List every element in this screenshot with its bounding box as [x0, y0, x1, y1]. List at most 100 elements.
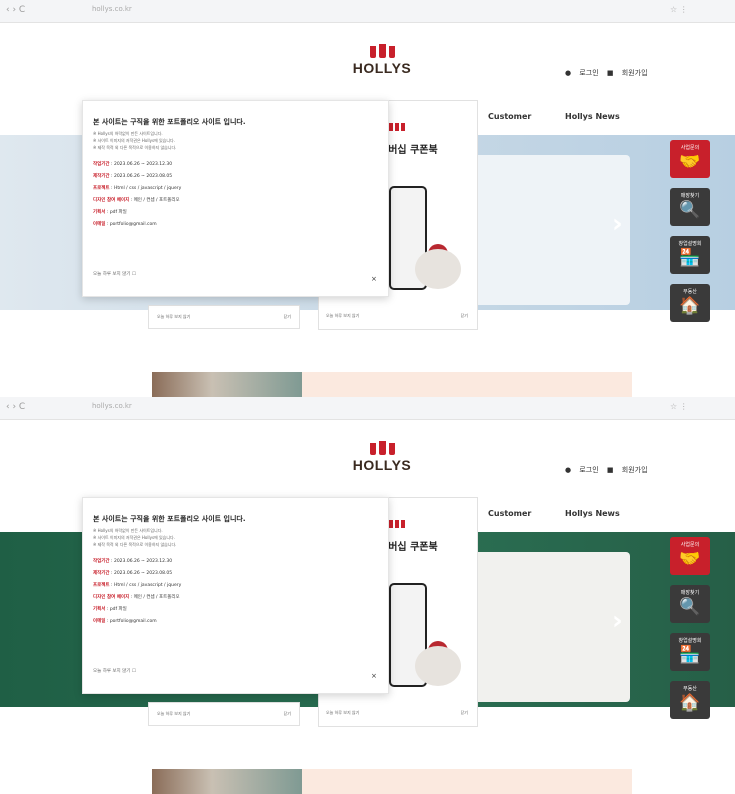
popup-line: ※ 제작 목적 외 다른 목적으로 이용하지 않습니다. — [93, 542, 177, 547]
quick-label: 매장찾기 — [680, 590, 700, 596]
search-icon: 🔍 — [679, 200, 701, 220]
notice-popup: 본 사이트는 구직을 위한 포트폴리오 사이트 입니다. ※ Hollys의 허… — [82, 100, 389, 297]
browser-actions[interactable]: ☆ ⋮ — [670, 402, 688, 411]
close-button[interactable]: 닫기 — [461, 710, 468, 716]
logo-text: HOLLYS — [352, 457, 412, 473]
popup-line: ※ Hollys의 허락없이 만든 사이트입니다. — [93, 528, 163, 533]
popup-row: 기획서 : pdf 파일 — [93, 607, 127, 612]
quick-button-startup[interactable]: 창업설명회 🏪 — [670, 236, 710, 274]
dont-show-checkbox[interactable]: 오늘 하루 보지 않기 ☐ — [93, 668, 136, 674]
close-button[interactable]: 닫기 — [461, 313, 468, 319]
popup-row: 이메일 : portfolio@gmail.com — [93, 619, 157, 624]
popup-title: 본 사이트는 구직을 위한 포트폴리오 사이트 입니다. — [93, 118, 246, 126]
user-icon: ● — [565, 466, 572, 474]
building-icon: 🏠 — [679, 296, 701, 316]
quick-label: 창업설명회 — [678, 638, 702, 644]
store-icon: 🏪 — [679, 645, 701, 665]
quick-button-realestate[interactable]: 부동산 🏠 — [670, 681, 710, 719]
popup-title: 본 사이트는 구직을 위한 포트폴리오 사이트 입니다. — [93, 515, 246, 523]
dont-show-today[interactable]: 오늘 하루 보지 않기 — [326, 313, 359, 319]
popup-row: 작업기간 : 2023.06.26 ~ 2023.12.30 — [93, 559, 173, 564]
gnb-news[interactable]: Hollys News — [565, 112, 620, 121]
handshake-icon: 🤝 — [679, 549, 701, 569]
bell-image — [415, 646, 461, 686]
store-icon: 🏪 — [679, 248, 701, 268]
popup-row: 프로젝트 : Html / css / javascript / jquery — [93, 583, 182, 588]
building-icon: 🏠 — [679, 693, 701, 713]
popup-row: 디자인 참여 페이지 : 메인 / 컨셉 / 포트폴리오 — [93, 595, 180, 600]
browser-bar: ‹ › C hollys.co.kr ☆ ⋮ — [0, 0, 735, 23]
popup-row: 제작기간 : 2023.06.26 ~ 2023.08.05 — [93, 174, 173, 179]
hollys-logo[interactable]: HOLLYS — [352, 441, 412, 473]
close-icon[interactable]: × — [371, 672, 377, 680]
gnb-customer[interactable]: Customer — [488, 509, 531, 518]
login-link[interactable]: 로그인 — [579, 69, 598, 77]
quick-label: 매장찾기 — [680, 193, 700, 199]
quick-label: 사업문의 — [680, 542, 700, 548]
banner-image — [152, 372, 302, 397]
popup-footer-left: 오늘 하루 보지 않기 닫기 — [148, 305, 300, 329]
popup-row: 이메일 : portfolio@gmail.com — [93, 222, 157, 227]
chevron-right-icon[interactable]: › — [612, 606, 623, 636]
close-icon[interactable]: × — [371, 275, 377, 283]
quick-label: 창업설명회 — [678, 241, 702, 247]
quick-button-startup[interactable]: 창업설명회 🏪 — [670, 633, 710, 671]
lock-icon: ■ — [606, 466, 614, 474]
dont-show-today[interactable]: 오늘 하루 보지 않기 — [157, 314, 190, 320]
address-bar[interactable]: hollys.co.kr — [92, 5, 262, 15]
quick-label: 사업문의 — [680, 145, 700, 151]
bell-image — [415, 249, 461, 289]
logo-text: HOLLYS — [352, 60, 412, 76]
gnb-news[interactable]: Hollys News — [565, 509, 620, 518]
util-menu: ● 로그인 ■ 회원가입 — [565, 465, 654, 475]
dont-show-checkbox[interactable]: 오늘 하루 보지 않기 ☐ — [93, 271, 136, 277]
popup-line: ※ 제작 목적 외 다른 목적으로 이용하지 않습니다. — [93, 145, 177, 150]
browser-nav[interactable]: ‹ › C — [6, 5, 25, 15]
quick-label: 부동산 — [683, 686, 697, 692]
popup-row: 제작기간 : 2023.06.26 ~ 2023.08.05 — [93, 571, 173, 576]
join-link[interactable]: 회원가입 — [622, 466, 648, 474]
popup-row: 프로젝트 : Html / css / javascript / jquery — [93, 186, 182, 191]
popup-line: ※ 사이트 이미지의 저작권은 Hollys에 있습니다. — [93, 535, 175, 540]
popup-line: ※ 사이트 이미지의 저작권은 Hollys에 있습니다. — [93, 138, 175, 143]
login-link[interactable]: 로그인 — [579, 466, 598, 474]
user-icon: ● — [565, 69, 572, 77]
quick-button-realestate[interactable]: 부동산 🏠 — [670, 284, 710, 322]
quick-button-business[interactable]: 사업문의 🤝 — [670, 537, 710, 575]
search-icon: 🔍 — [679, 597, 701, 617]
util-menu: ● 로그인 ■ 회원가입 — [565, 68, 654, 78]
browser-actions[interactable]: ☆ ⋮ — [670, 5, 688, 14]
close-button[interactable]: 닫기 — [284, 711, 291, 717]
lock-icon: ■ — [606, 69, 614, 77]
chevron-right-icon[interactable]: › — [612, 209, 623, 239]
dont-show-today[interactable]: 오늘 하루 보지 않기 — [157, 711, 190, 717]
dont-show-today[interactable]: 오늘 하루 보지 않기 — [326, 710, 359, 716]
popup-row: 작업기간 : 2023.06.26 ~ 2023.12.30 — [93, 162, 173, 167]
banner-panel — [302, 769, 632, 794]
screenshot-bottom: ‹ › C hollys.co.kr ☆ ⋮ › HOLLYS ● 로그인 ■ … — [0, 397, 735, 794]
gnb-customer[interactable]: Customer — [488, 112, 531, 121]
quick-button-store[interactable]: 매장찾기 🔍 — [670, 585, 710, 623]
quick-button-store[interactable]: 매장찾기 🔍 — [670, 188, 710, 226]
popup-line: ※ Hollys의 허락없이 만든 사이트입니다. — [93, 131, 163, 136]
banner-panel — [302, 372, 632, 397]
quick-button-business[interactable]: 사업문의 🤝 — [670, 140, 710, 178]
browser-bar: ‹ › C hollys.co.kr ☆ ⋮ — [0, 397, 735, 420]
poster-logo — [389, 520, 405, 528]
popup-row: 디자인 참여 페이지 : 메인 / 컨셉 / 포트폴리오 — [93, 198, 180, 203]
close-button[interactable]: 닫기 — [284, 314, 291, 320]
handshake-icon: 🤝 — [679, 152, 701, 172]
screenshot-top: ‹ › C hollys.co.kr ☆ ⋮ › HOLLYS ● 로그인 ■ … — [0, 0, 735, 397]
popup-row: 기획서 : pdf 파일 — [93, 210, 127, 215]
hollys-logo[interactable]: HOLLYS — [352, 44, 412, 76]
popup-footer-right: 오늘 하루 보지 않기 닫기 — [318, 305, 476, 327]
banner-image — [152, 769, 302, 794]
popup-footer-left: 오늘 하루 보지 않기 닫기 — [148, 702, 300, 726]
notice-popup: 본 사이트는 구직을 위한 포트폴리오 사이트 입니다. ※ Hollys의 허… — [82, 497, 389, 694]
quick-label: 부동산 — [683, 289, 697, 295]
browser-nav[interactable]: ‹ › C — [6, 402, 25, 412]
join-link[interactable]: 회원가입 — [622, 69, 648, 77]
poster-logo — [389, 123, 405, 131]
popup-footer-right: 오늘 하루 보지 않기 닫기 — [318, 702, 476, 724]
address-bar[interactable]: hollys.co.kr — [92, 402, 262, 412]
